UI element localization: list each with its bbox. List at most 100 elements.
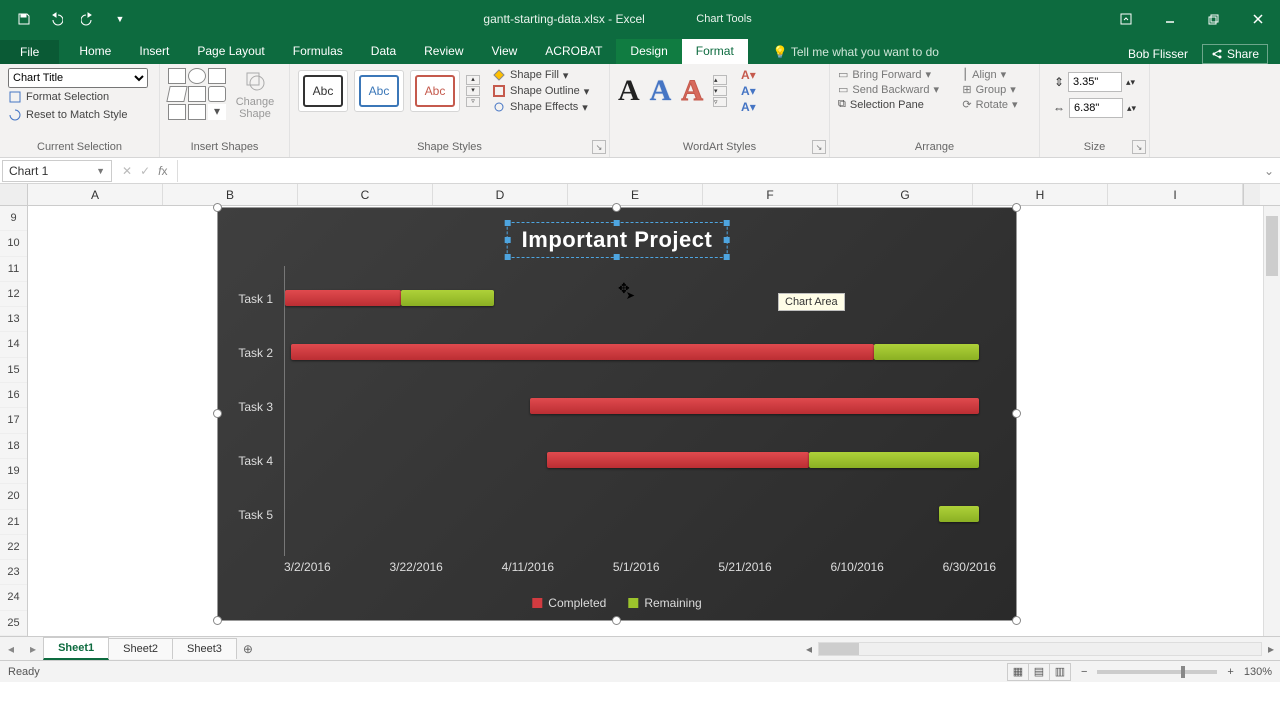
shapes-gallery[interactable]: ▾: [168, 68, 226, 120]
bar-completed[interactable]: [291, 344, 874, 360]
plot-area[interactable]: Task 1 Task 2 Task 3 Task 4 Task 5: [284, 266, 996, 556]
shape-style-preset-2[interactable]: Abc: [354, 70, 404, 112]
group-button: ⊞ Group ▾: [962, 83, 1031, 96]
shape-outline-button[interactable]: Shape Outline ▾: [492, 84, 589, 98]
col-C[interactable]: C: [298, 184, 433, 205]
add-sheet-button[interactable]: ⊕: [237, 642, 259, 656]
chart-object[interactable]: Important Project ✥➤ Chart Area Task 1 T…: [217, 207, 1017, 621]
sheet-tab-3[interactable]: Sheet3: [172, 638, 237, 659]
bar-remaining[interactable]: [401, 290, 494, 306]
formula-input[interactable]: [178, 160, 1258, 182]
bar-completed[interactable]: [547, 452, 809, 468]
tab-format[interactable]: Format: [682, 39, 748, 64]
group-label: Current Selection: [8, 141, 151, 155]
shape-width-input[interactable]: [1069, 98, 1123, 118]
wordart-preset-3[interactable]: A: [681, 74, 703, 108]
tell-me-input[interactable]: 💡 Tell me what you want to do: [768, 40, 944, 64]
tab-acrobat[interactable]: ACROBAT: [531, 39, 616, 64]
group-label: WordArt Styles: [618, 141, 821, 155]
col-G[interactable]: G: [838, 184, 973, 205]
group-wordart-styles: A A A ▴▾▿ A▾ A▾ A▾ WordArt Styles ↘: [610, 64, 830, 157]
user-name[interactable]: Bob Flisser: [1128, 47, 1188, 61]
group-arrange: ▭ Bring Forward ▾ ⎮ Align ▾ ▭ Send Backw…: [830, 64, 1040, 157]
tab-insert[interactable]: Insert: [125, 39, 183, 64]
sheet-tab-1[interactable]: Sheet1: [43, 637, 109, 660]
shape-fill-button[interactable]: Shape Fill ▾: [492, 68, 589, 82]
select-all-corner[interactable]: [0, 184, 28, 205]
format-selection-button[interactable]: Format Selection: [8, 88, 151, 106]
tab-view[interactable]: View: [478, 39, 532, 64]
text-fill-icon[interactable]: A▾: [741, 68, 756, 82]
undo-icon[interactable]: [42, 7, 70, 31]
fx-icon[interactable]: fx: [158, 164, 167, 178]
selection-pane-button[interactable]: ⧉ Selection Pane: [838, 98, 952, 111]
bar-remaining[interactable]: [874, 344, 979, 360]
cancel-formula-icon[interactable]: ✕: [122, 164, 132, 178]
ribbon-collapse-icon[interactable]: [1104, 0, 1148, 38]
zoom-out-icon[interactable]: −: [1081, 666, 1087, 678]
align-button[interactable]: ⎮ Align ▾: [962, 68, 1031, 81]
wordart-preset-1[interactable]: A: [618, 74, 640, 108]
zoom-slider[interactable]: [1097, 670, 1217, 674]
sheet-nav-next-icon[interactable]: ▸: [22, 642, 44, 656]
col-H[interactable]: H: [973, 184, 1108, 205]
bar-completed[interactable]: [530, 398, 979, 414]
bar-completed[interactable]: [285, 290, 401, 306]
document-title: gantt-starting-data.xlsx - Excel: [483, 12, 644, 26]
size-dialog-launcher[interactable]: ↘: [1132, 140, 1146, 154]
horizontal-scrollbar[interactable]: ◂▸: [800, 642, 1280, 656]
col-F[interactable]: F: [703, 184, 838, 205]
text-outline-icon[interactable]: A▾: [741, 84, 756, 98]
shape-height-input[interactable]: [1068, 72, 1122, 92]
minimize-icon[interactable]: [1148, 0, 1192, 38]
tab-review[interactable]: Review: [410, 39, 477, 64]
vertical-scrollbar[interactable]: [1263, 206, 1280, 636]
col-B[interactable]: B: [163, 184, 298, 205]
formula-bar: Chart 1▼ ✕ ✓ fx ⌄: [0, 158, 1280, 184]
cells-area[interactable]: Important Project ✥➤ Chart Area Task 1 T…: [28, 206, 1263, 636]
close-icon[interactable]: [1236, 0, 1280, 38]
share-button[interactable]: Share: [1202, 44, 1268, 64]
tab-data[interactable]: Data: [357, 39, 410, 64]
col-D[interactable]: D: [433, 184, 568, 205]
shape-style-more[interactable]: ▴▾▿: [466, 75, 480, 107]
tab-design[interactable]: Design: [616, 39, 681, 64]
wordart-more[interactable]: ▴▾▿: [713, 75, 727, 107]
tab-page-layout[interactable]: Page Layout: [183, 39, 278, 64]
row-hdr[interactable]: 9: [0, 206, 27, 231]
col-E[interactable]: E: [568, 184, 703, 205]
sheet-tab-2[interactable]: Sheet2: [108, 638, 173, 659]
col-A[interactable]: A: [28, 184, 163, 205]
bar-remaining[interactable]: [939, 506, 979, 522]
chart-legend[interactable]: Completed Remaining: [532, 596, 701, 610]
zoom-in-icon[interactable]: +: [1227, 666, 1233, 678]
shape-effects-button[interactable]: Shape Effects ▾: [492, 100, 589, 114]
quick-access-toolbar: ▼: [0, 7, 134, 31]
save-icon[interactable]: [10, 7, 38, 31]
col-I[interactable]: I: [1108, 184, 1243, 205]
task-label: Task 1: [223, 292, 273, 306]
name-box[interactable]: Chart 1▼: [2, 160, 112, 182]
text-effects-icon[interactable]: A▾: [741, 100, 756, 114]
shape-style-preset-3[interactable]: Abc: [410, 70, 460, 112]
enter-formula-icon[interactable]: ✓: [140, 164, 150, 178]
wordart-preset-2[interactable]: A: [650, 74, 672, 108]
qat-dropdown-icon[interactable]: ▼: [106, 7, 134, 31]
formula-expand-icon[interactable]: ⌄: [1258, 164, 1280, 178]
chart-element-dropdown[interactable]: Chart Title: [8, 68, 148, 88]
shape-styles-dialog-launcher[interactable]: ↘: [592, 140, 606, 154]
tab-formulas[interactable]: Formulas: [279, 39, 357, 64]
shape-style-preset-1[interactable]: Abc: [298, 70, 348, 112]
worksheet-grid[interactable]: 910111213141516171819202122232425 Import…: [0, 206, 1280, 636]
zoom-level[interactable]: 130%: [1244, 666, 1272, 678]
bar-remaining[interactable]: [809, 452, 979, 468]
chart-title[interactable]: Important Project: [507, 222, 728, 258]
wordart-dialog-launcher[interactable]: ↘: [812, 140, 826, 154]
restore-icon[interactable]: [1192, 0, 1236, 38]
tab-home[interactable]: Home: [65, 39, 125, 64]
tab-file[interactable]: File: [0, 40, 59, 64]
sheet-nav-prev-icon[interactable]: ◂: [0, 642, 22, 656]
redo-icon[interactable]: [74, 7, 102, 31]
view-buttons[interactable]: ▦▤▥: [1008, 663, 1071, 681]
reset-match-style-button[interactable]: Reset to Match Style: [8, 106, 151, 124]
